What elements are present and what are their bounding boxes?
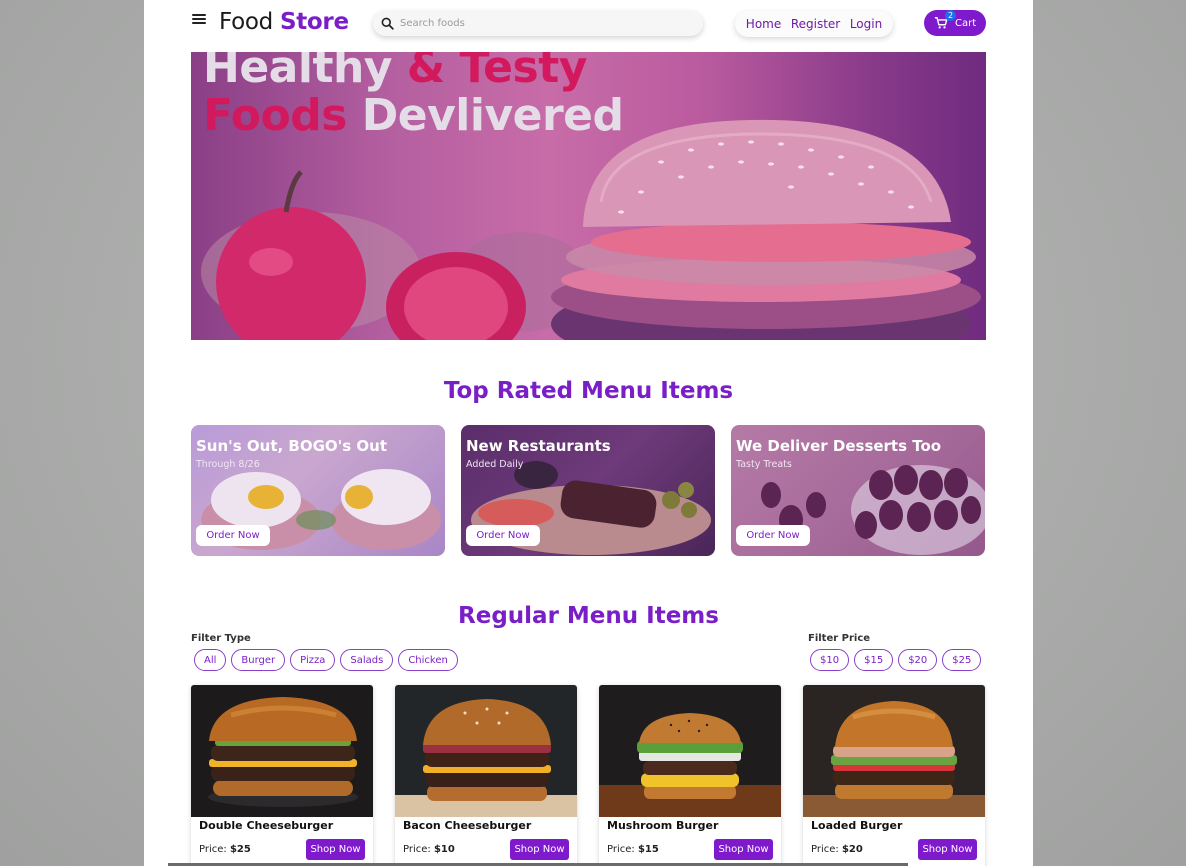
- cart-button[interactable]: 2 Cart: [924, 10, 986, 36]
- item-price: Price: $20: [811, 844, 863, 855]
- promo-card-restaurants: New Restaurants Added Daily Order Now: [461, 425, 715, 556]
- promo-title: Sun's Out, BOGO's Out: [196, 437, 388, 455]
- menu-item-card: Loaded Burger Price: $20 Shop Now: [803, 685, 985, 866]
- nav-links: Home Register Login: [735, 11, 893, 37]
- top-nav: Food Store Home Register Login 2 Cart: [144, 0, 1033, 50]
- brand-plain: Food: [219, 9, 273, 35]
- filter-price-25-chip[interactable]: $25: [942, 649, 982, 671]
- menu-item-card: Mushroom Burger Price: $15 Shop Now: [599, 685, 781, 866]
- promo-subtitle: Added Daily: [466, 459, 524, 470]
- price-value: $10: [433, 844, 455, 855]
- shop-now-button[interactable]: Shop Now: [714, 839, 773, 860]
- price-label: Price:: [199, 844, 227, 855]
- shop-now-button[interactable]: Shop Now: [510, 839, 569, 860]
- price-label: Price:: [403, 844, 431, 855]
- filter-type-chips: All Burger Pizza Salads Chicken: [194, 649, 458, 671]
- promo-card-desserts: We Deliver Desserts Too Tasty Treats Ord…: [731, 425, 985, 556]
- menu-item-card: Double Cheeseburger Price: $25 Shop Now: [191, 685, 373, 866]
- brand-logo[interactable]: Food Store: [219, 9, 349, 35]
- shop-now-button[interactable]: Shop Now: [306, 839, 365, 860]
- brand-accent: Store: [279, 9, 349, 35]
- promo-title: New Restaurants: [466, 437, 611, 455]
- page: Food Store Home Register Login 2 Cart: [144, 0, 1033, 866]
- filter-price-20-chip[interactable]: $20: [898, 649, 938, 671]
- price-value: $20: [841, 844, 863, 855]
- nav-register-link[interactable]: Register: [791, 17, 840, 31]
- item-name: Mushroom Burger: [607, 819, 719, 832]
- item-name: Double Cheeseburger: [199, 819, 334, 832]
- hamburger-menu-icon[interactable]: [192, 12, 206, 26]
- price-value: $25: [229, 844, 251, 855]
- filter-salads-chip[interactable]: Salads: [340, 649, 394, 671]
- search-bar: [373, 11, 703, 36]
- double-cheeseburger-image: [191, 685, 373, 817]
- filter-price-label: Filter Price: [808, 633, 871, 644]
- cart-count-badge: 2: [945, 10, 956, 21]
- nav-home-link[interactable]: Home: [746, 17, 781, 31]
- filter-burger-chip[interactable]: Burger: [231, 649, 286, 671]
- promo-subtitle: Tasty Treats: [736, 459, 792, 470]
- hero-line1-a: Healthy: [203, 52, 392, 93]
- menu-item-card: Bacon Cheeseburger Price: $10 Shop Now: [395, 685, 577, 866]
- promo-card-bogo: Sun's Out, BOGO's Out Through 8/26 Order…: [191, 425, 445, 556]
- regular-title: Regular Menu Items: [458, 603, 719, 629]
- item-name: Bacon Cheeseburger: [403, 819, 532, 832]
- hero-line2-a: Foods: [203, 90, 347, 141]
- price-value: $15: [637, 844, 659, 855]
- filter-chicken-chip[interactable]: Chicken: [398, 649, 458, 671]
- hero-line1-b: & Testy: [406, 52, 588, 93]
- bacon-cheeseburger-image: [395, 685, 577, 817]
- price-label: Price:: [811, 844, 839, 855]
- filter-all-chip[interactable]: All: [194, 649, 227, 671]
- promo-subtitle: Through 8/26: [196, 459, 260, 470]
- filter-price-10-chip[interactable]: $10: [810, 649, 850, 671]
- filter-type-label: Filter Type: [191, 633, 251, 644]
- shop-now-button[interactable]: Shop Now: [918, 839, 977, 860]
- order-now-button[interactable]: Order Now: [196, 525, 270, 546]
- hero-line2-b: Devlivered: [361, 90, 624, 141]
- price-label: Price:: [607, 844, 635, 855]
- hero-banner: Healthy & Testy Foods Devlivered: [191, 52, 986, 340]
- top-rated-title: Top Rated Menu Items: [443, 378, 734, 404]
- promo-title: We Deliver Desserts Too: [736, 437, 942, 455]
- item-price: Price: $10: [403, 844, 455, 855]
- hero-headline: Healthy & Testy Foods Devlivered: [203, 52, 624, 140]
- filter-pizza-chip[interactable]: Pizza: [290, 649, 336, 671]
- nav-login-link[interactable]: Login: [850, 17, 882, 31]
- cart-label: Cart: [955, 17, 977, 29]
- search-icon: [381, 17, 394, 30]
- item-price: Price: $25: [199, 844, 251, 855]
- filter-price-15-chip[interactable]: $15: [854, 649, 894, 671]
- order-now-button[interactable]: Order Now: [466, 525, 540, 546]
- mushroom-burger-image: [599, 685, 781, 817]
- item-price: Price: $15: [607, 844, 659, 855]
- loaded-burger-image: [803, 685, 985, 817]
- order-now-button[interactable]: Order Now: [736, 525, 810, 546]
- search-input[interactable]: [400, 18, 680, 29]
- item-name: Loaded Burger: [811, 819, 903, 832]
- filter-price-chips: $10 $15 $20 $25: [810, 649, 982, 671]
